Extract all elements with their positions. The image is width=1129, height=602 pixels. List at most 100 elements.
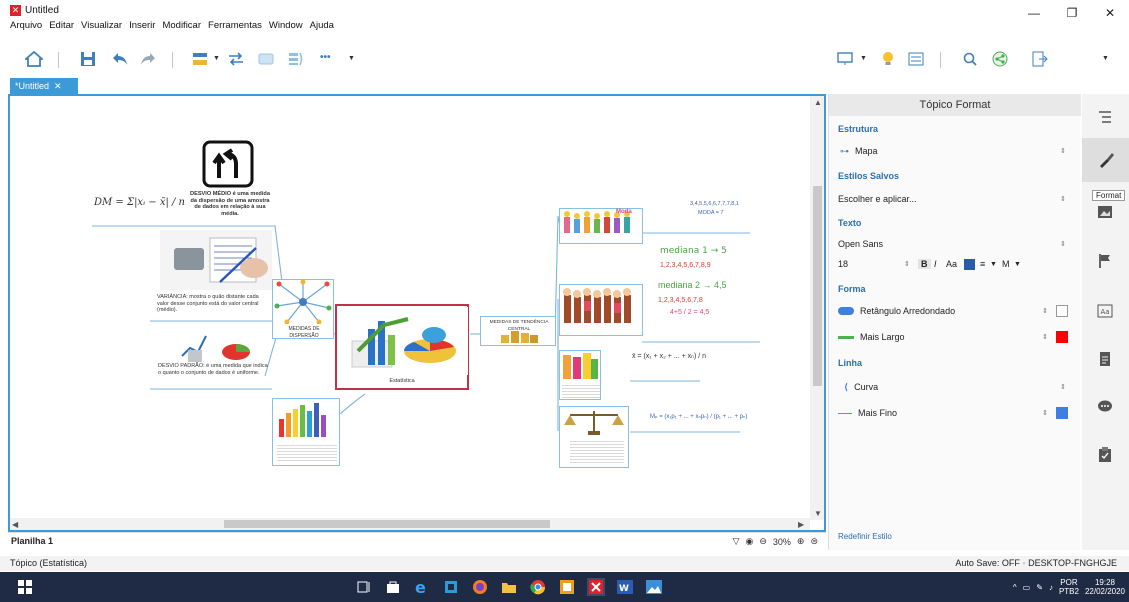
lightbulb-icon[interactable] (878, 49, 898, 69)
xmind-taskbar-icon[interactable] (587, 578, 605, 596)
volume-icon[interactable]: ♪ (1049, 583, 1053, 592)
word-icon[interactable]: W (616, 578, 634, 596)
line-color-swatch[interactable] (1056, 407, 1068, 419)
firefox-icon[interactable] (471, 578, 489, 596)
desvio-padrao-image[interactable] (180, 328, 254, 364)
scroll-up-icon[interactable]: ▲ (814, 98, 822, 107)
image-icon[interactable] (1092, 199, 1118, 225)
boundary-icon[interactable] (256, 49, 276, 69)
moda-sequence[interactable]: 3,4,5,5,6,6,7,7,7,8,1 (690, 201, 739, 208)
menu-window[interactable]: Window (269, 20, 303, 36)
comments-icon[interactable] (1092, 394, 1118, 420)
menu-modificar[interactable]: Modificar (162, 20, 201, 36)
medidas-dispersao-node[interactable]: MEDIDAS DE DISPERSÃO (272, 279, 334, 339)
vertical-scrollbar[interactable] (810, 96, 824, 520)
line-shape-select[interactable]: ⟨ Curva ⇕ (838, 378, 1070, 396)
start-icon[interactable] (16, 578, 34, 596)
media-node[interactable] (559, 350, 601, 400)
search-icon[interactable] (960, 49, 980, 69)
menu-editar[interactable]: Editar (49, 20, 74, 36)
menu-visualizar[interactable]: Visualizar (81, 20, 122, 36)
mediana-2[interactable]: mediana 2 → 4,5 (658, 281, 727, 289)
reset-style-link[interactable]: Redefinir Estilo (838, 532, 892, 541)
more-dropdown-icon[interactable]: ▼ (348, 55, 355, 62)
autosave-status[interactable]: Auto Save: OFF (955, 558, 1020, 568)
restore-button[interactable]: ❐ (1053, 0, 1091, 26)
photos-icon[interactable] (645, 578, 663, 596)
pen-icon[interactable]: ✎ (1036, 583, 1043, 592)
task-icon[interactable] (1092, 442, 1118, 468)
outliner-icon[interactable] (906, 49, 926, 69)
undo-icon[interactable] (110, 49, 130, 69)
align-icon[interactable]: ≡ (980, 259, 985, 269)
horizontal-scroll-thumb[interactable] (224, 520, 550, 528)
tab-close-icon[interactable]: ✕ (54, 81, 62, 92)
text-color-swatch[interactable] (964, 258, 975, 270)
more-text-icon[interactable]: M (1002, 259, 1010, 269)
eye-icon[interactable]: ◉ (745, 536, 753, 547)
line-width-select[interactable]: Mais Fino ⇕ (838, 404, 1070, 422)
chrome-icon[interactable] (529, 578, 547, 596)
sticker-icon[interactable]: Aa (1092, 298, 1118, 324)
align-dropdown-icon[interactable]: ▼ (990, 261, 997, 268)
media-ponderada-node[interactable] (559, 406, 629, 468)
tray-chevron-icon[interactable]: ^ (1013, 583, 1017, 592)
share-icon[interactable] (990, 49, 1010, 69)
notes-icon[interactable] (1092, 346, 1118, 372)
moda-result[interactable]: MODA = 7 (698, 210, 724, 217)
menu-arquivo[interactable]: Arquivo (10, 20, 42, 36)
fit-icon[interactable]: ⊜ (810, 536, 818, 547)
bar-chart-image-node[interactable] (272, 398, 340, 466)
menu-ajuda[interactable]: Ajuda (310, 20, 334, 36)
variancia-text[interactable]: VARIÂNCIA: mostra o quão distante cada v… (157, 294, 269, 314)
filter-icon[interactable]: ▽ (733, 536, 740, 547)
export-icon[interactable] (1030, 49, 1050, 69)
network-icon[interactable]: ▭ (1023, 583, 1031, 592)
topic-dropdown-icon[interactable]: ▼ (213, 55, 220, 62)
vertical-scroll-thumb[interactable] (813, 186, 822, 386)
presentation-icon[interactable] (835, 49, 855, 69)
horizontal-scrollbar[interactable] (10, 518, 810, 530)
redo-icon[interactable] (138, 49, 158, 69)
more-icon[interactable]: ••• (320, 52, 331, 63)
estilos-select[interactable]: Escolher e aplicar... ⇕ (838, 190, 1070, 208)
formula-desvio-medio[interactable]: DM = Σ|xᵢ − x̄| / n (94, 198, 185, 207)
shape-select[interactable]: Retângulo Arredondado ⇕ (838, 302, 1070, 320)
font-select[interactable]: Open Sans ⇕ (838, 235, 1070, 253)
scroll-down-icon[interactable]: ▼ (814, 509, 822, 518)
relationship-icon[interactable] (226, 49, 246, 69)
task-view-icon[interactable] (355, 578, 373, 596)
estrutura-select[interactable]: ⊶ Mapa ⇕ (838, 142, 1070, 160)
file-explorer-icon[interactable] (500, 578, 518, 596)
format-icon[interactable] (1082, 138, 1129, 182)
more-text-dropdown-icon[interactable]: ▼ (1014, 261, 1021, 268)
media-player-icon[interactable] (442, 578, 460, 596)
central-topic-estatistica[interactable]: Estatística (335, 304, 469, 390)
marker-flag-icon[interactable] (1092, 248, 1118, 274)
desvio-medio-image[interactable] (202, 140, 254, 188)
tab-untitled[interactable]: *Untitled ✕ (10, 78, 78, 94)
mind-map-canvas[interactable]: DM = Σ|xᵢ − x̄| / n DESVIO MÉDIO é uma m… (8, 94, 826, 532)
zoom-out-icon[interactable]: ⊖ (759, 536, 767, 547)
scroll-left-icon[interactable]: ◀ (12, 520, 18, 529)
sheet-tab[interactable]: Planilha 1 (11, 536, 53, 546)
media-formula[interactable]: x̄ = (x₁ + x₂ + ... + xₙ) / n (632, 353, 706, 361)
desvio-padrao-text[interactable]: DESVIO PADRÃO: é uma medida que indica o… (158, 363, 270, 376)
zoom-in-icon[interactable]: ⊕ (797, 536, 805, 547)
presentation-dropdown-icon[interactable]: ▼ (860, 55, 867, 62)
export-dropdown-icon[interactable]: ▼ (1102, 55, 1109, 62)
store-icon[interactable] (384, 578, 402, 596)
close-button[interactable]: ✕ (1091, 0, 1129, 26)
menu-inserir[interactable]: Inserir (129, 20, 155, 36)
media-ponderada-formula[interactable]: Mₚ = (x₁p₁ + ... + xₙpₙ) / (p₁ + ... + p… (650, 414, 747, 421)
clock[interactable]: 19:28 22/02/2020 (1085, 578, 1125, 596)
mediana-1[interactable]: mediana 1 → 5 (660, 247, 727, 255)
moda-node[interactable]: Moda (559, 208, 643, 244)
menu-ferramentas[interactable]: Ferramentas (208, 20, 262, 36)
topic-icon[interactable] (190, 49, 210, 69)
tendencia-central-node[interactable]: MEDIDAS DE TENDÊNCIA CENTRAL (480, 316, 556, 346)
home-icon[interactable] (24, 49, 44, 69)
desvio-medio-text[interactable]: DESVIO MÉDIO é uma medida da dispersão d… (188, 191, 272, 217)
mediana-node[interactable] (559, 284, 643, 336)
size-arrows-icon[interactable]: ⇕ (904, 260, 910, 268)
